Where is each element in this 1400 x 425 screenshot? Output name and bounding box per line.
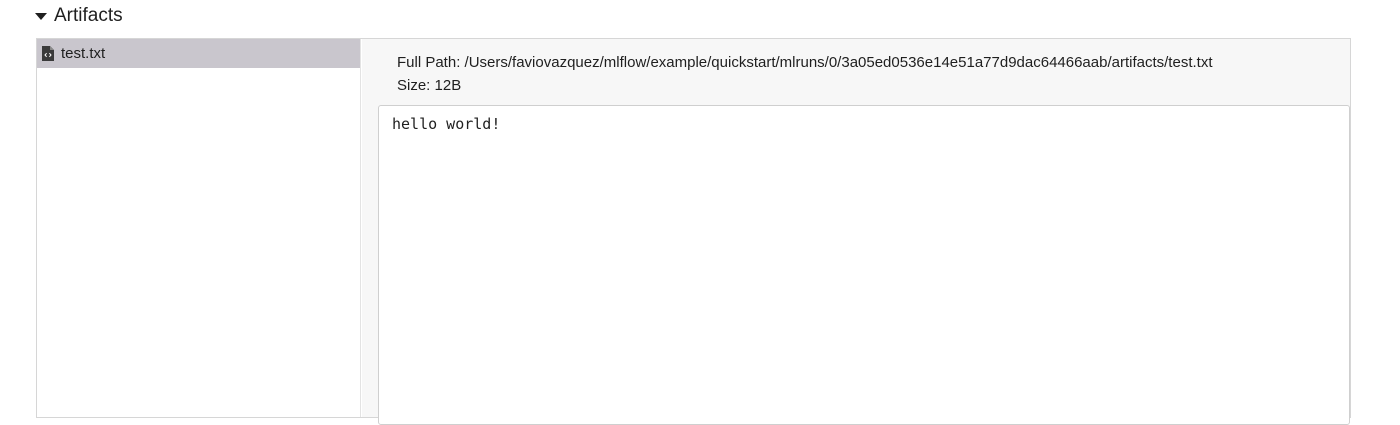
size-value: 12B [434, 77, 462, 94]
file-content-text: hello world! [392, 115, 501, 133]
full-path-line: Full Path: /Users/faviovazquez/mlflow/ex… [397, 51, 1213, 74]
artifact-metadata: Full Path: /Users/faviovazquez/mlflow/ex… [397, 51, 1213, 97]
artifacts-section-toggle[interactable]: Artifacts [35, 4, 123, 28]
full-path-label: Full Path: [397, 54, 461, 71]
artifacts-panel: test.txt Full Path: /Users/faviovazquez/… [36, 38, 1351, 425]
file-content-viewer[interactable]: hello world! [378, 105, 1350, 425]
file-code-icon [42, 46, 54, 61]
full-path-value: /Users/faviovazquez/mlflow/example/quick… [464, 54, 1213, 71]
artifact-viewer: Full Path: /Users/faviovazquez/mlflow/ex… [362, 39, 1350, 425]
caret-down-icon [35, 13, 47, 20]
file-tree: test.txt [37, 39, 361, 417]
section-title: Artifacts [54, 5, 123, 26]
file-tree-item-test-txt[interactable]: test.txt [37, 39, 360, 68]
size-label: Size: [397, 77, 431, 94]
file-tree-item-label: test.txt [61, 45, 106, 62]
size-line: Size: 12B [397, 74, 1213, 97]
